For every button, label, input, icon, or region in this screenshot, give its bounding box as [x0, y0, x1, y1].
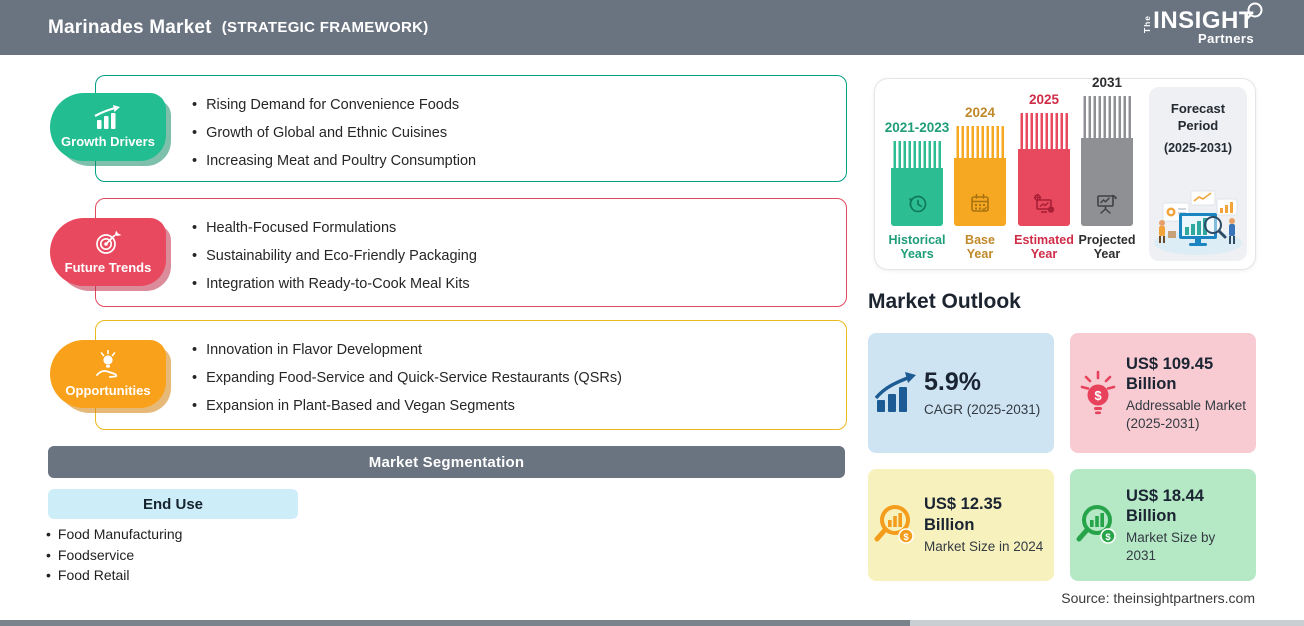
report-title: Marinades Market [48, 16, 212, 38]
svg-text:$: $ [1105, 532, 1111, 543]
market-size-2031-card: $ US$ 18.44 Billion Market Size by 2031 [1070, 469, 1256, 581]
forecast-period-title: Forecast Period [1170, 101, 1226, 133]
future-trends-badge: Future Trends [50, 218, 166, 286]
addressable-market-desc: Addressable Market (2025-2031) [1126, 397, 1247, 431]
analytics-illustration [1154, 190, 1242, 255]
forecast-period-range: (2025-2031) [1163, 140, 1233, 155]
scrollbar-thumb[interactable] [0, 620, 910, 626]
target-dart-icon [96, 230, 122, 254]
bulb-hand-icon [96, 350, 118, 378]
report-subtitle: (STRATEGIC FRAMEWORK) [221, 19, 429, 36]
svg-text:$: $ [903, 532, 909, 543]
list-item: Food Retail [46, 565, 182, 586]
list-item: Integration with Ready-to-Cook Meal Kits [192, 270, 828, 298]
list-item: Food Manufacturing [46, 524, 183, 545]
magnifier-chart-icon: $ [1076, 505, 1116, 544]
market-size-2031-desc: Market Size by 2031 [1126, 529, 1216, 563]
end-use-list: Food Manufacturing Foodservice Food Reta… [46, 524, 183, 586]
timeline-bar-label: Estimated Year [1014, 233, 1074, 262]
cagr-value: 5.9% [924, 368, 981, 397]
cagr-card: 5.9% CAGR (2025-2031) [868, 333, 1054, 453]
list-item: Foodservice [46, 545, 182, 566]
header-bar: Marinades Market (STRATEGIC FRAMEWORK) T… [0, 0, 1304, 55]
forecast-period-panel: Forecast Period (2025-2031) [1149, 87, 1247, 261]
list-item: Rising Demand for Convenience Foods [192, 91, 828, 119]
timeline-year: 2024 [964, 105, 996, 120]
timeline-year: 2031 [1091, 75, 1123, 90]
timeline-bar-base: 2024 Base Year [954, 105, 1006, 261]
horizontal-scrollbar[interactable] [0, 620, 1304, 626]
badge-label: Growth Drivers [61, 134, 155, 149]
forecast-timeline-panel: 2021-2023 Historical Years 2024 Base Yea… [874, 75, 1256, 270]
list-item: Expansion in Plant-Based and Vegan Segme… [192, 392, 828, 420]
timeline-bar-label: Historical Years [888, 233, 946, 262]
timeline-bar-label: Projected Year [1078, 233, 1136, 262]
timeline-year: 2021-2023 [884, 120, 950, 135]
magnifier-chart-icon: $ [874, 505, 914, 544]
market-size-2024-desc: Market Size in 2024 [924, 538, 1044, 554]
opportunities-list: Innovation in Flavor Development Expandi… [96, 321, 846, 420]
timeline-bar-label: Base Year [965, 233, 995, 262]
bulb-dollar-icon: $ [1080, 370, 1116, 415]
market-size-2024-card: $ US$ 12.35 Billion Market Size in 2024 [868, 469, 1054, 581]
market-outlook-title: Market Outlook [868, 290, 1021, 313]
timeline-bar-projected: 2031 Projected Year [1079, 75, 1136, 261]
magnifier-lens-icon [1244, 2, 1263, 22]
source-attribution: Source: theinsightpartners.com [1061, 590, 1255, 606]
bar-growth-icon [874, 372, 916, 412]
segmentation-title: Market Segmentation [368, 453, 525, 471]
logo-insight-text: INSIGHT [1153, 7, 1254, 34]
market-size-2024-value: US$ 12.35 Billion [924, 495, 1002, 535]
list-item: Innovation in Flavor Development [192, 336, 828, 364]
list-item: Growth of Global and Ethnic Cuisines [192, 119, 828, 147]
timeline-bar-estimated: 2025 Estimated Year [1014, 92, 1074, 261]
logo-the-text: The [1141, 14, 1152, 33]
badge-label: Future Trends [64, 260, 152, 275]
growth-drivers-list: Rising Demand for Convenience Foods Grow… [96, 76, 846, 175]
addressable-market-value: US$ 109.45 Billion [1126, 354, 1214, 394]
addressable-market-card: $ US$ 109.45 Billion Addressable Market … [1070, 333, 1256, 453]
end-use-header: End Use [48, 489, 298, 519]
list-item: Sustainability and Eco-Friendly Packagin… [192, 242, 828, 270]
list-item: Increasing Meat and Poultry Consumption [192, 147, 828, 175]
end-use-label: End Use [142, 495, 203, 513]
timeline-year: 2025 [1028, 92, 1060, 107]
monitor-analysis-icon [1033, 193, 1055, 213]
cagr-desc: CAGR (2025-2031) [924, 401, 1041, 417]
market-size-2031-value: US$ 18.44 Billion [1126, 486, 1204, 526]
badge-label: Opportunities [65, 383, 151, 398]
calendar-icon [971, 193, 989, 212]
timeline-bar-historical: 2021-2023 Historical Years [885, 120, 950, 261]
opportunities-box: Innovation in Flavor Development Expandi… [95, 320, 847, 430]
list-item: Health-Focused Formulations [192, 214, 828, 242]
history-clock-icon [909, 195, 927, 213]
bar-chart-arrow-icon [94, 105, 120, 129]
future-trends-list: Health-Focused Formulations Sustainabili… [96, 199, 846, 298]
svg-text:$: $ [1094, 388, 1102, 403]
opportunities-badge: Opportunities [50, 340, 166, 408]
growth-drivers-box: Rising Demand for Convenience Foods Grow… [95, 75, 847, 182]
page-title: Marinades Market (STRATEGIC FRAMEWORK) [48, 0, 429, 55]
market-segmentation-header: Market Segmentation [48, 446, 845, 478]
future-trends-box: Health-Focused Formulations Sustainabili… [95, 198, 847, 307]
list-item: Expanding Food-Service and Quick-Service… [192, 364, 828, 392]
company-logo: The INSIGHT Partners [1141, 2, 1263, 46]
growth-drivers-badge: Growth Drivers [50, 93, 166, 161]
infographic-page: Marinades Market (STRATEGIC FRAMEWORK) T… [0, 0, 1304, 626]
projection-screen-icon [1097, 194, 1117, 214]
